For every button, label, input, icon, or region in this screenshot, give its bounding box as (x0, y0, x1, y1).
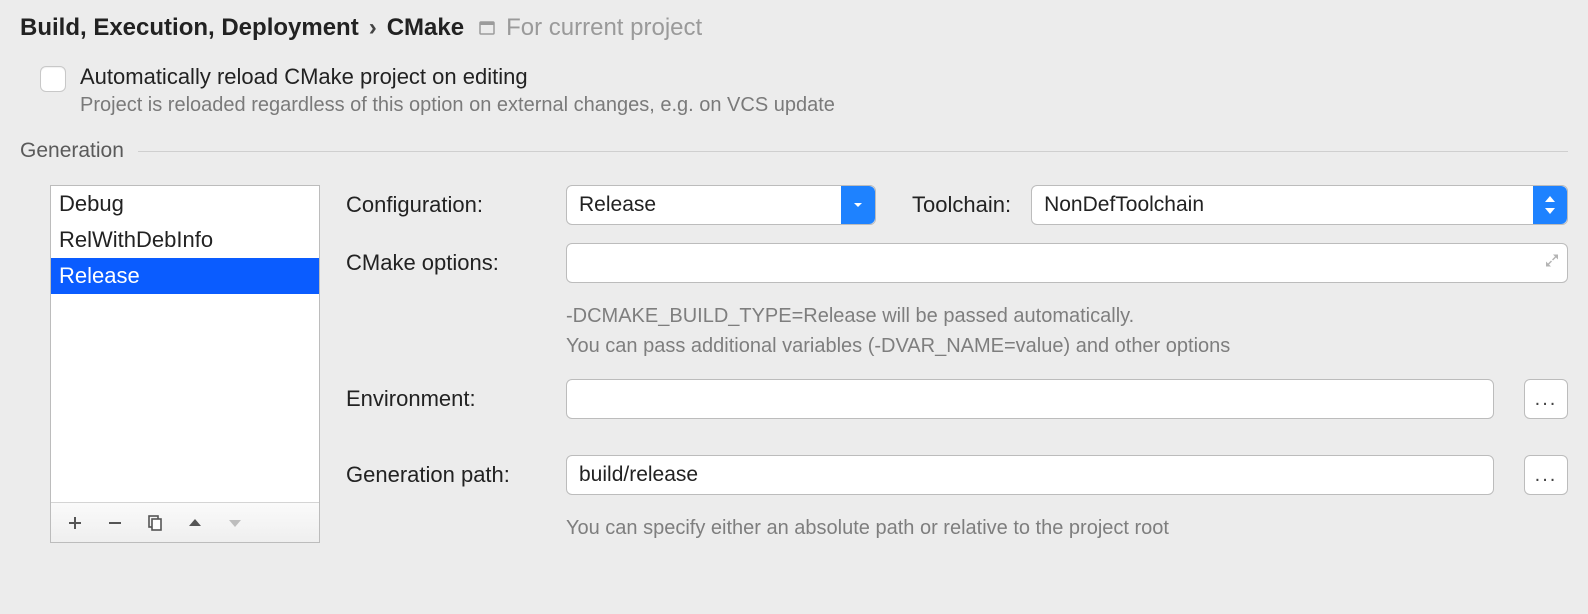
cmake-options-label: CMake options: (346, 250, 546, 276)
configuration-value: Release (579, 193, 841, 217)
toolchain-value: NonDefToolchain (1044, 193, 1533, 217)
toolchain-label: Toolchain: (912, 192, 1011, 218)
profile-item[interactable]: Debug (51, 186, 319, 222)
auto-reload-checkbox[interactable] (40, 66, 66, 92)
ellipsis-icon: ... (1535, 464, 1558, 487)
move-up-button[interactable] (177, 507, 213, 539)
add-profile-button[interactable] (57, 507, 93, 539)
profiles-toolbar (51, 502, 319, 542)
auto-reload-label: Automatically reload CMake project on ed… (80, 64, 835, 90)
auto-reload-hint: Project is reloaded regardless of this o… (80, 94, 835, 117)
generation-group-title: Generation (20, 139, 124, 163)
project-scope-icon (478, 19, 496, 37)
breadcrumb: Build, Execution, Deployment › CMake For… (20, 14, 1568, 42)
copy-profile-button[interactable] (137, 507, 173, 539)
environment-input[interactable] (566, 379, 1494, 419)
generation-path-browse-button[interactable]: ... (1524, 455, 1568, 495)
remove-profile-button[interactable] (97, 507, 133, 539)
group-divider (138, 151, 1568, 152)
profiles-list-panel: Debug RelWithDebInfo Release (50, 185, 320, 543)
environment-browse-button[interactable]: ... (1524, 379, 1568, 419)
ellipsis-icon: ... (1535, 388, 1558, 411)
generation-path-label: Generation path: (346, 462, 546, 488)
move-down-button[interactable] (217, 507, 253, 539)
configuration-combo[interactable]: Release (566, 185, 876, 225)
breadcrumb-current: CMake (387, 14, 464, 42)
toolchain-combo[interactable]: NonDefToolchain (1031, 185, 1568, 225)
breadcrumb-parent[interactable]: Build, Execution, Deployment (20, 14, 359, 42)
breadcrumb-scope: For current project (506, 14, 702, 42)
profile-item[interactable]: Release (51, 258, 319, 294)
cmake-options-hint: -DCMAKE_BUILD_TYPE=Release will be passe… (566, 301, 1568, 361)
generation-path-input[interactable]: build/release (566, 455, 1494, 495)
configuration-label: Configuration: (346, 192, 546, 218)
generation-path-value: build/release (579, 463, 698, 487)
environment-label: Environment: (346, 386, 546, 412)
breadcrumb-sep: › (369, 14, 377, 42)
chevron-down-icon (841, 186, 875, 224)
expand-icon[interactable] (1544, 252, 1560, 275)
cmake-options-input[interactable] (566, 243, 1568, 283)
stepper-icon (1533, 186, 1567, 224)
profile-item[interactable]: RelWithDebInfo (51, 222, 319, 258)
generation-path-hint: You can specify either an absolute path … (566, 513, 1568, 543)
profiles-list[interactable]: Debug RelWithDebInfo Release (51, 186, 319, 502)
